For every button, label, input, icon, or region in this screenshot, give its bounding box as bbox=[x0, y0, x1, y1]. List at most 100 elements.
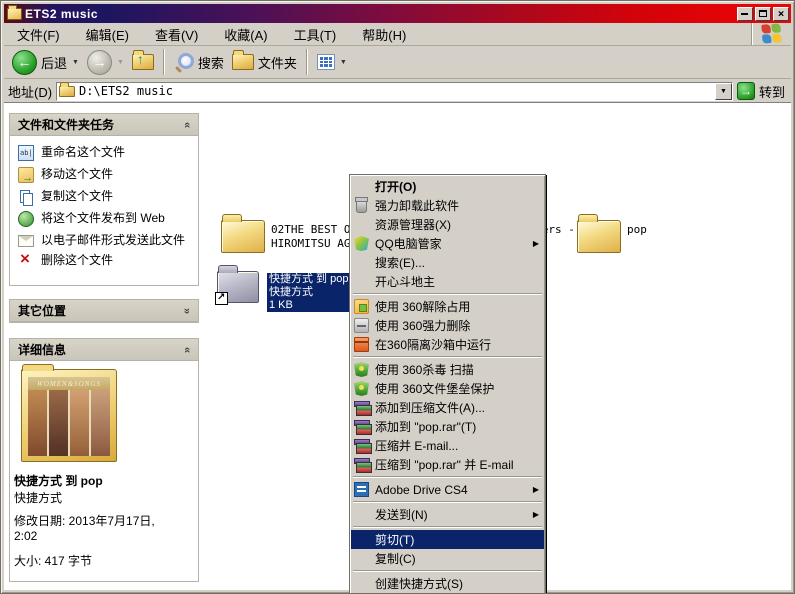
context-menu-item[interactable]: 强力卸载此软件 bbox=[351, 196, 544, 215]
email-icon bbox=[18, 235, 34, 247]
selected-file-label: 快捷方式 到 pop快捷方式1 KB bbox=[267, 273, 351, 312]
context-menu-item[interactable]: 发送到(N) ▶ bbox=[351, 505, 544, 524]
chevron-up-icon[interactable]: « bbox=[181, 121, 193, 127]
context-menu-item[interactable]: 添加到 "pop.rar"(T) bbox=[351, 417, 544, 436]
folders-icon bbox=[232, 54, 254, 70]
toolbar: ← 后退 ▼ → ▼ ↑ 搜索 文件夹 ▼ bbox=[4, 46, 791, 79]
context-menu-item[interactable]: 复制(C) bbox=[351, 549, 544, 568]
back-button[interactable]: ← 后退 ▼ bbox=[8, 48, 83, 77]
context-menu-item[interactable]: 打开(O) bbox=[351, 177, 544, 196]
other-places-panel: 其它位置 « bbox=[9, 299, 199, 323]
menu-bar: 文件(F)编辑(E)查看(V)收藏(A)工具(T)帮助(H) bbox=[4, 23, 791, 46]
details-header[interactable]: 详细信息 « bbox=[10, 339, 198, 361]
x360-delete-icon bbox=[354, 318, 369, 333]
forward-dropdown-icon[interactable]: ▼ bbox=[117, 59, 124, 66]
forward-icon: → bbox=[87, 50, 112, 75]
close-button[interactable]: × bbox=[773, 7, 789, 21]
up-button[interactable]: ↑ bbox=[128, 52, 158, 72]
context-menu-item[interactable]: 搜索(E)... bbox=[351, 253, 544, 272]
submenu-arrow-icon: ▶ bbox=[533, 485, 539, 494]
maximize-button[interactable] bbox=[755, 7, 771, 21]
context-menu-item[interactable]: Adobe Drive CS4 ▶ bbox=[351, 480, 544, 499]
context-menu-item[interactable]: 使用 360杀毒 扫描 bbox=[351, 360, 544, 379]
file-tasks-panel: 文件和文件夹任务 « 重命名这个文件 移动这个文件 复制这个文件 将这个文件发布… bbox=[9, 113, 199, 286]
context-menu-item[interactable]: 剪切(T) bbox=[351, 530, 544, 549]
delete-icon bbox=[18, 253, 34, 269]
task-item[interactable]: 移动这个文件 bbox=[18, 167, 192, 183]
search-icon bbox=[174, 52, 194, 72]
details-modified-time: 2:02 bbox=[10, 529, 198, 544]
menubar-item[interactable]: 编辑(E) bbox=[73, 25, 142, 46]
back-label: 后退 bbox=[41, 53, 67, 72]
chevron-up-icon[interactable]: « bbox=[181, 346, 193, 352]
go-icon: → bbox=[737, 82, 755, 100]
menubar-item[interactable]: 帮助(H) bbox=[349, 25, 419, 46]
no-icon bbox=[354, 576, 369, 591]
context-menu-item[interactable]: 添加到压缩文件(A)... bbox=[351, 398, 544, 417]
file-tasks-header[interactable]: 文件和文件夹任务 « bbox=[10, 114, 198, 136]
context-menu-item[interactable]: 开心斗地主 bbox=[351, 272, 544, 291]
address-input[interactable]: D:\ETS2 music ▼ bbox=[56, 82, 733, 101]
context-menu-item[interactable]: 使用 360强力删除 bbox=[351, 316, 544, 335]
rename-icon bbox=[18, 145, 34, 161]
window-title: ETS2 music bbox=[25, 7, 98, 21]
task-item[interactable]: 将这个文件发布到 Web bbox=[18, 211, 192, 227]
address-dropdown-button[interactable]: ▼ bbox=[715, 83, 732, 100]
menubar-item[interactable]: 文件(F) bbox=[4, 25, 73, 46]
search-button[interactable]: 搜索 bbox=[170, 50, 228, 74]
context-menu-item[interactable]: 压缩到 "pop.rar" 并 E-mail bbox=[351, 455, 544, 474]
minimize-button[interactable] bbox=[737, 7, 753, 21]
qq-manager-icon bbox=[354, 236, 369, 251]
adobe-drive-icon bbox=[354, 482, 369, 497]
file-tile[interactable]: pop bbox=[577, 220, 749, 253]
forward-button[interactable]: → ▼ bbox=[83, 48, 128, 77]
file-tasks-title: 文件和文件夹任务 bbox=[18, 116, 114, 133]
context-menu-item[interactable]: 在360隔离沙箱中运行 bbox=[351, 335, 544, 354]
menubar-item[interactable]: 收藏(A) bbox=[211, 25, 280, 46]
folders-button[interactable]: 文件夹 bbox=[228, 51, 301, 74]
views-button[interactable]: ▼ bbox=[313, 52, 351, 72]
x360-unlock-icon bbox=[354, 299, 369, 314]
context-menu-item[interactable]: 使用 360文件堡垒保护 bbox=[351, 379, 544, 398]
menubar-item[interactable]: 工具(T) bbox=[281, 25, 350, 46]
no-icon bbox=[354, 532, 369, 547]
views-dropdown-icon[interactable]: ▼ bbox=[340, 59, 347, 66]
context-menu-item[interactable]: 创建快捷方式(S) bbox=[351, 574, 544, 593]
chevron-down-icon[interactable]: « bbox=[181, 307, 193, 313]
details-panel: 详细信息 « WOMEN&SONGS 快捷方式 到 pop 快捷方式 修改日期:… bbox=[9, 338, 199, 582]
task-item[interactable]: 重命名这个文件 bbox=[18, 145, 192, 161]
other-places-header[interactable]: 其它位置 « bbox=[10, 300, 198, 322]
copy-icon bbox=[18, 189, 34, 205]
context-menu-item[interactable]: QQ电脑管家 ▶ bbox=[351, 234, 544, 253]
submenu-arrow-icon: ▶ bbox=[533, 510, 539, 519]
menu-separator bbox=[353, 570, 542, 572]
title-bar[interactable]: ETS2 music × bbox=[4, 4, 791, 23]
windows-logo bbox=[751, 23, 791, 45]
details-modified-date: 修改日期: 2013年7月17日, bbox=[10, 514, 198, 529]
address-folder-icon bbox=[59, 86, 75, 97]
task-item[interactable]: 以电子邮件形式发送此文件 bbox=[18, 233, 192, 247]
no-icon bbox=[354, 179, 369, 194]
task-item[interactable]: 复制这个文件 bbox=[18, 189, 192, 205]
no-icon bbox=[354, 217, 369, 232]
uninstall-icon bbox=[356, 198, 367, 213]
toolbar-separator bbox=[163, 49, 165, 75]
context-menu-item[interactable]: 压缩并 E-mail... bbox=[351, 436, 544, 455]
task-item[interactable]: 删除这个文件 bbox=[18, 253, 192, 269]
no-icon bbox=[354, 551, 369, 566]
context-menu-item[interactable]: 资源管理器(X) bbox=[351, 215, 544, 234]
shortcut-arrow-icon: ↗ bbox=[215, 292, 228, 305]
selected-file-tile[interactable]: ↗ 快捷方式 到 pop快捷方式1 KB bbox=[217, 271, 351, 312]
winrar-icon bbox=[354, 400, 369, 415]
details-file-type: 快捷方式 bbox=[10, 489, 198, 514]
details-file-size: 大小: 417 字节 bbox=[10, 544, 198, 571]
x360-vault-icon bbox=[354, 381, 369, 396]
album-art-title: WOMEN&SONGS bbox=[28, 377, 110, 390]
address-label: 地址(D) bbox=[8, 82, 52, 101]
context-menu-item[interactable]: 使用 360解除占用 bbox=[351, 297, 544, 316]
explorer-window: ETS2 music × 文件(F)编辑(E)查看(V)收藏(A)工具(T)帮助… bbox=[0, 0, 795, 594]
back-dropdown-icon[interactable]: ▼ bbox=[72, 59, 79, 66]
go-button[interactable]: → 转到 bbox=[737, 82, 787, 101]
menubar-item[interactable]: 查看(V) bbox=[142, 25, 211, 46]
no-icon bbox=[354, 255, 369, 270]
